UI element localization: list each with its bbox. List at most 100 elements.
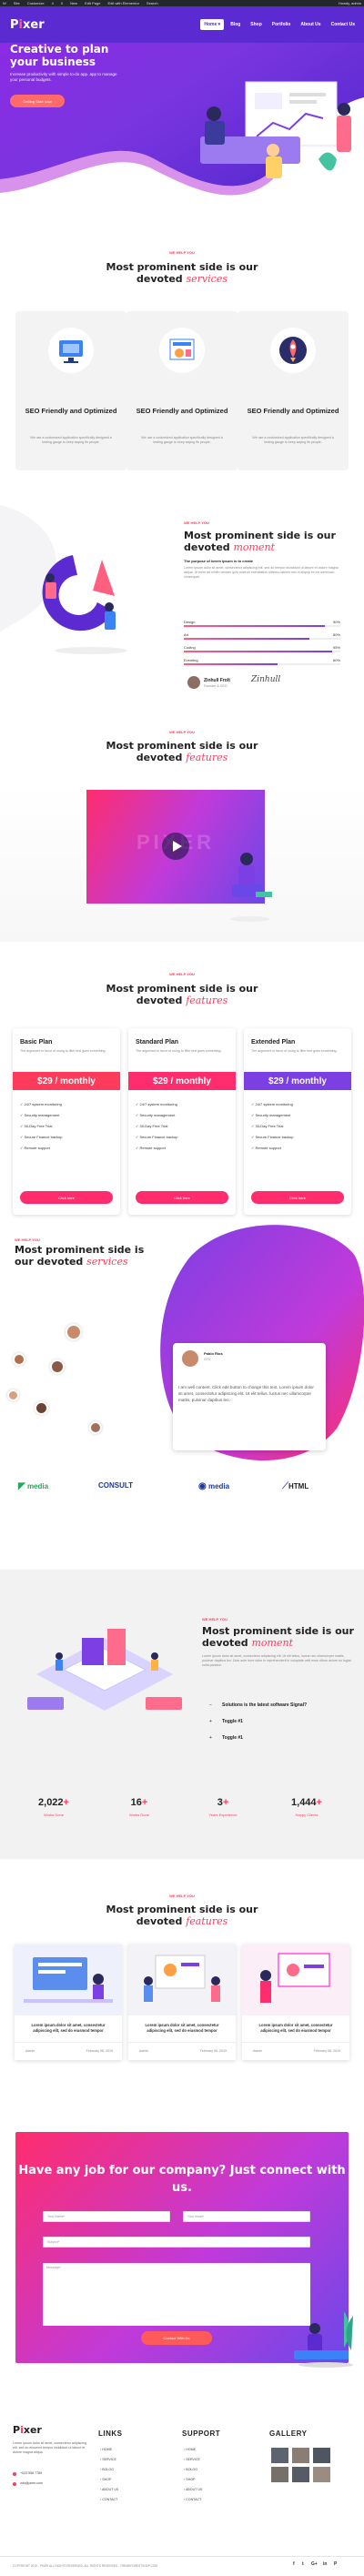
- site-logo[interactable]: Pixer: [10, 18, 45, 32]
- footer-link[interactable]: › HOME: [100, 2448, 112, 2451]
- blog-author[interactable]: Admin: [25, 2049, 35, 2053]
- plan-click-button[interactable]: Click here: [136, 1191, 228, 1204]
- gallery-thumbnail[interactable]: [271, 2467, 288, 2482]
- footer-link[interactable]: › ABOUT US: [100, 2488, 118, 2491]
- blog-thumbnail[interactable]: [15, 1945, 122, 2015]
- footer-logo[interactable]: Pixer: [13, 2424, 42, 2436]
- footer-link[interactable]: › CONTACT: [100, 2498, 117, 2501]
- footer-support-link[interactable]: › CONTACT: [184, 2498, 201, 2501]
- blog-thumbnail[interactable]: [128, 1945, 236, 2015]
- gallery-thumbnail[interactable]: [313, 2448, 330, 2463]
- client-avatar[interactable]: [89, 1421, 102, 1434]
- blog-author[interactable]: Admin: [253, 2049, 262, 2053]
- subject-field[interactable]: Subject*: [43, 2237, 310, 2248]
- counter-number: 1,444+: [266, 1797, 348, 1808]
- plan-click-button[interactable]: Click here: [20, 1191, 113, 1204]
- getting-start-button[interactable]: Getting Start Now: [10, 95, 65, 107]
- email-field[interactable]: Your email*: [183, 2211, 310, 2222]
- blog-post-title[interactable]: Lorem ipsum dolor sit amet, consectetur …: [136, 2023, 228, 2034]
- footer-support-link[interactable]: › SERVICE: [184, 2458, 200, 2461]
- linkedin-icon[interactable]: in: [323, 2561, 327, 2567]
- blog-post-title[interactable]: Lorem ipsum dolor sit amet, consectetur …: [249, 2023, 342, 2034]
- nav-home[interactable]: Home ▾: [200, 19, 225, 30]
- footer-link[interactable]: › SERVICE: [100, 2458, 116, 2461]
- client-avatar[interactable]: [7, 1389, 19, 1401]
- blog-image-illustration: [128, 1945, 236, 2015]
- footer-logo-letter: P: [13, 2424, 21, 2436]
- gallery-thumbnail[interactable]: [271, 2448, 288, 2463]
- plan-feature-text: 24/7 system monitoring: [255, 1102, 293, 1106]
- message-field[interactable]: Message*: [43, 2263, 310, 2326]
- plan-feature: ✓ 24/7 system monitoring: [136, 1102, 177, 1106]
- nav-contact[interactable]: Contact Us: [328, 19, 359, 30]
- footer-support-link[interactable]: › BOLOG: [184, 2468, 197, 2471]
- nav-about[interactable]: About Us: [297, 19, 324, 30]
- plan-feature-text: 24/7 system monitoring: [139, 1102, 177, 1106]
- footer-about: Lorem ipsum dolor sit amet, consectetur …: [13, 2441, 86, 2454]
- footer-email[interactable]: info@pixer.com: [20, 2481, 43, 2485]
- admin-bar-greeting[interactable]: Howdy, admin: [339, 1, 361, 5]
- service-card-title: SEO Friendly and Optimized: [247, 407, 339, 415]
- gallery-thumbnail[interactable]: [292, 2448, 309, 2463]
- accordion-question[interactable]: Solutions is the latest software Signal?: [222, 1702, 307, 1708]
- nav-blog[interactable]: Blog: [227, 19, 244, 30]
- client-avatar[interactable]: [13, 1353, 25, 1366]
- footer-link-text: CONTACT: [186, 2498, 202, 2501]
- facebook-icon[interactable]: f: [293, 2561, 295, 2567]
- plan-desc: The argument in favor of using to filler…: [136, 1049, 222, 1053]
- features-title: Most prominent side is our devoted featu…: [91, 740, 273, 763]
- features-title-accent: features: [186, 752, 228, 763]
- pinterest-icon[interactable]: P: [334, 2561, 337, 2567]
- brand-slash-icon: ⟋: [282, 1481, 288, 1491]
- gallery-thumbnail[interactable]: [313, 2467, 330, 2482]
- blog-image-illustration: [15, 1945, 122, 2015]
- blog-card[interactable]: Lorem ipsum dolor sit amet, consectetur …: [242, 1945, 349, 2060]
- twitter-icon[interactable]: t: [302, 2561, 304, 2567]
- author-name: Zinhull Frolt: [204, 678, 230, 683]
- footer-link[interactable]: › SHOP: [100, 2478, 111, 2481]
- nav-portfolio[interactable]: Portfolio: [268, 19, 295, 30]
- nav-shop[interactable]: Shop: [247, 19, 266, 30]
- footer-support-link[interactable]: › ABOUT US: [184, 2488, 202, 2491]
- client-avatar[interactable]: [50, 1359, 65, 1374]
- footer-phone[interactable]: +023 558 7789: [20, 2471, 42, 2475]
- plan-feature: ✓ Security management: [251, 1113, 291, 1117]
- admin-bar-search[interactable]: Search: [147, 1, 158, 5]
- plan-features: ✓ 24/7 system monitoring ✓ Security mana…: [251, 1099, 294, 1154]
- footer-link-text: SERVICE: [102, 2458, 116, 2461]
- admin-bar-customize[interactable]: Customize: [27, 1, 45, 5]
- name-field[interactable]: Your Name*: [43, 2211, 170, 2222]
- play-button[interactable]: [162, 833, 189, 860]
- brand-logo-text: HTML: [288, 1482, 309, 1490]
- contact-submit-button[interactable]: Contact With Us: [141, 2331, 212, 2345]
- logo-rest: xer: [23, 18, 45, 32]
- service-card: SEO Friendly and Optimized We use a cust…: [238, 311, 349, 470]
- admin-bar-new[interactable]: New: [70, 1, 77, 5]
- blog-card[interactable]: Lorem ipsum dolor sit amet, consectetur …: [128, 1945, 236, 2060]
- client-avatar[interactable]: [66, 1324, 82, 1340]
- footer-link[interactable]: › BOLOG: [100, 2468, 114, 2471]
- footer-support-link[interactable]: › HOME: [184, 2448, 196, 2451]
- accordion-toggle[interactable]: Toggle #1: [222, 1735, 243, 1741]
- accordion-toggle[interactable]: Toggle #1: [222, 1719, 243, 1724]
- client-avatar[interactable]: [35, 1401, 48, 1415]
- skill-percent: 80%: [332, 632, 340, 637]
- plan-click-button[interactable]: Click here: [251, 1191, 344, 1204]
- footer-support-link[interactable]: › SHOP: [184, 2478, 195, 2481]
- wp-logo-icon[interactable]: W: [3, 1, 6, 5]
- plan-feature: ✓ Secure Finance backup: [136, 1135, 178, 1139]
- admin-bar-site[interactable]: Site: [14, 1, 20, 5]
- service-card-desc: We use a customized application specific…: [252, 436, 334, 444]
- admin-bar-edit-page[interactable]: Edit Page: [85, 1, 100, 5]
- gallery-thumbnail[interactable]: [292, 2467, 309, 2482]
- google-plus-icon[interactable]: G+: [311, 2561, 318, 2567]
- blog-post-title[interactable]: Lorem ipsum dolor sit amet, consectetur …: [22, 2023, 115, 2034]
- blog-card[interactable]: Lorem ipsum dolor sit amet, consectetur …: [15, 1945, 122, 2060]
- logo-letter: P: [10, 18, 19, 32]
- admin-bar-updates[interactable]: 4: [52, 1, 54, 5]
- admin-bar-comments[interactable]: 0: [61, 1, 63, 5]
- plan-feature-text: Remote support: [139, 1146, 166, 1150]
- blog-author[interactable]: Admin: [139, 2049, 148, 2053]
- admin-bar-elementor[interactable]: Edit with Elementor: [107, 1, 138, 5]
- blog-thumbnail[interactable]: [242, 1945, 349, 2015]
